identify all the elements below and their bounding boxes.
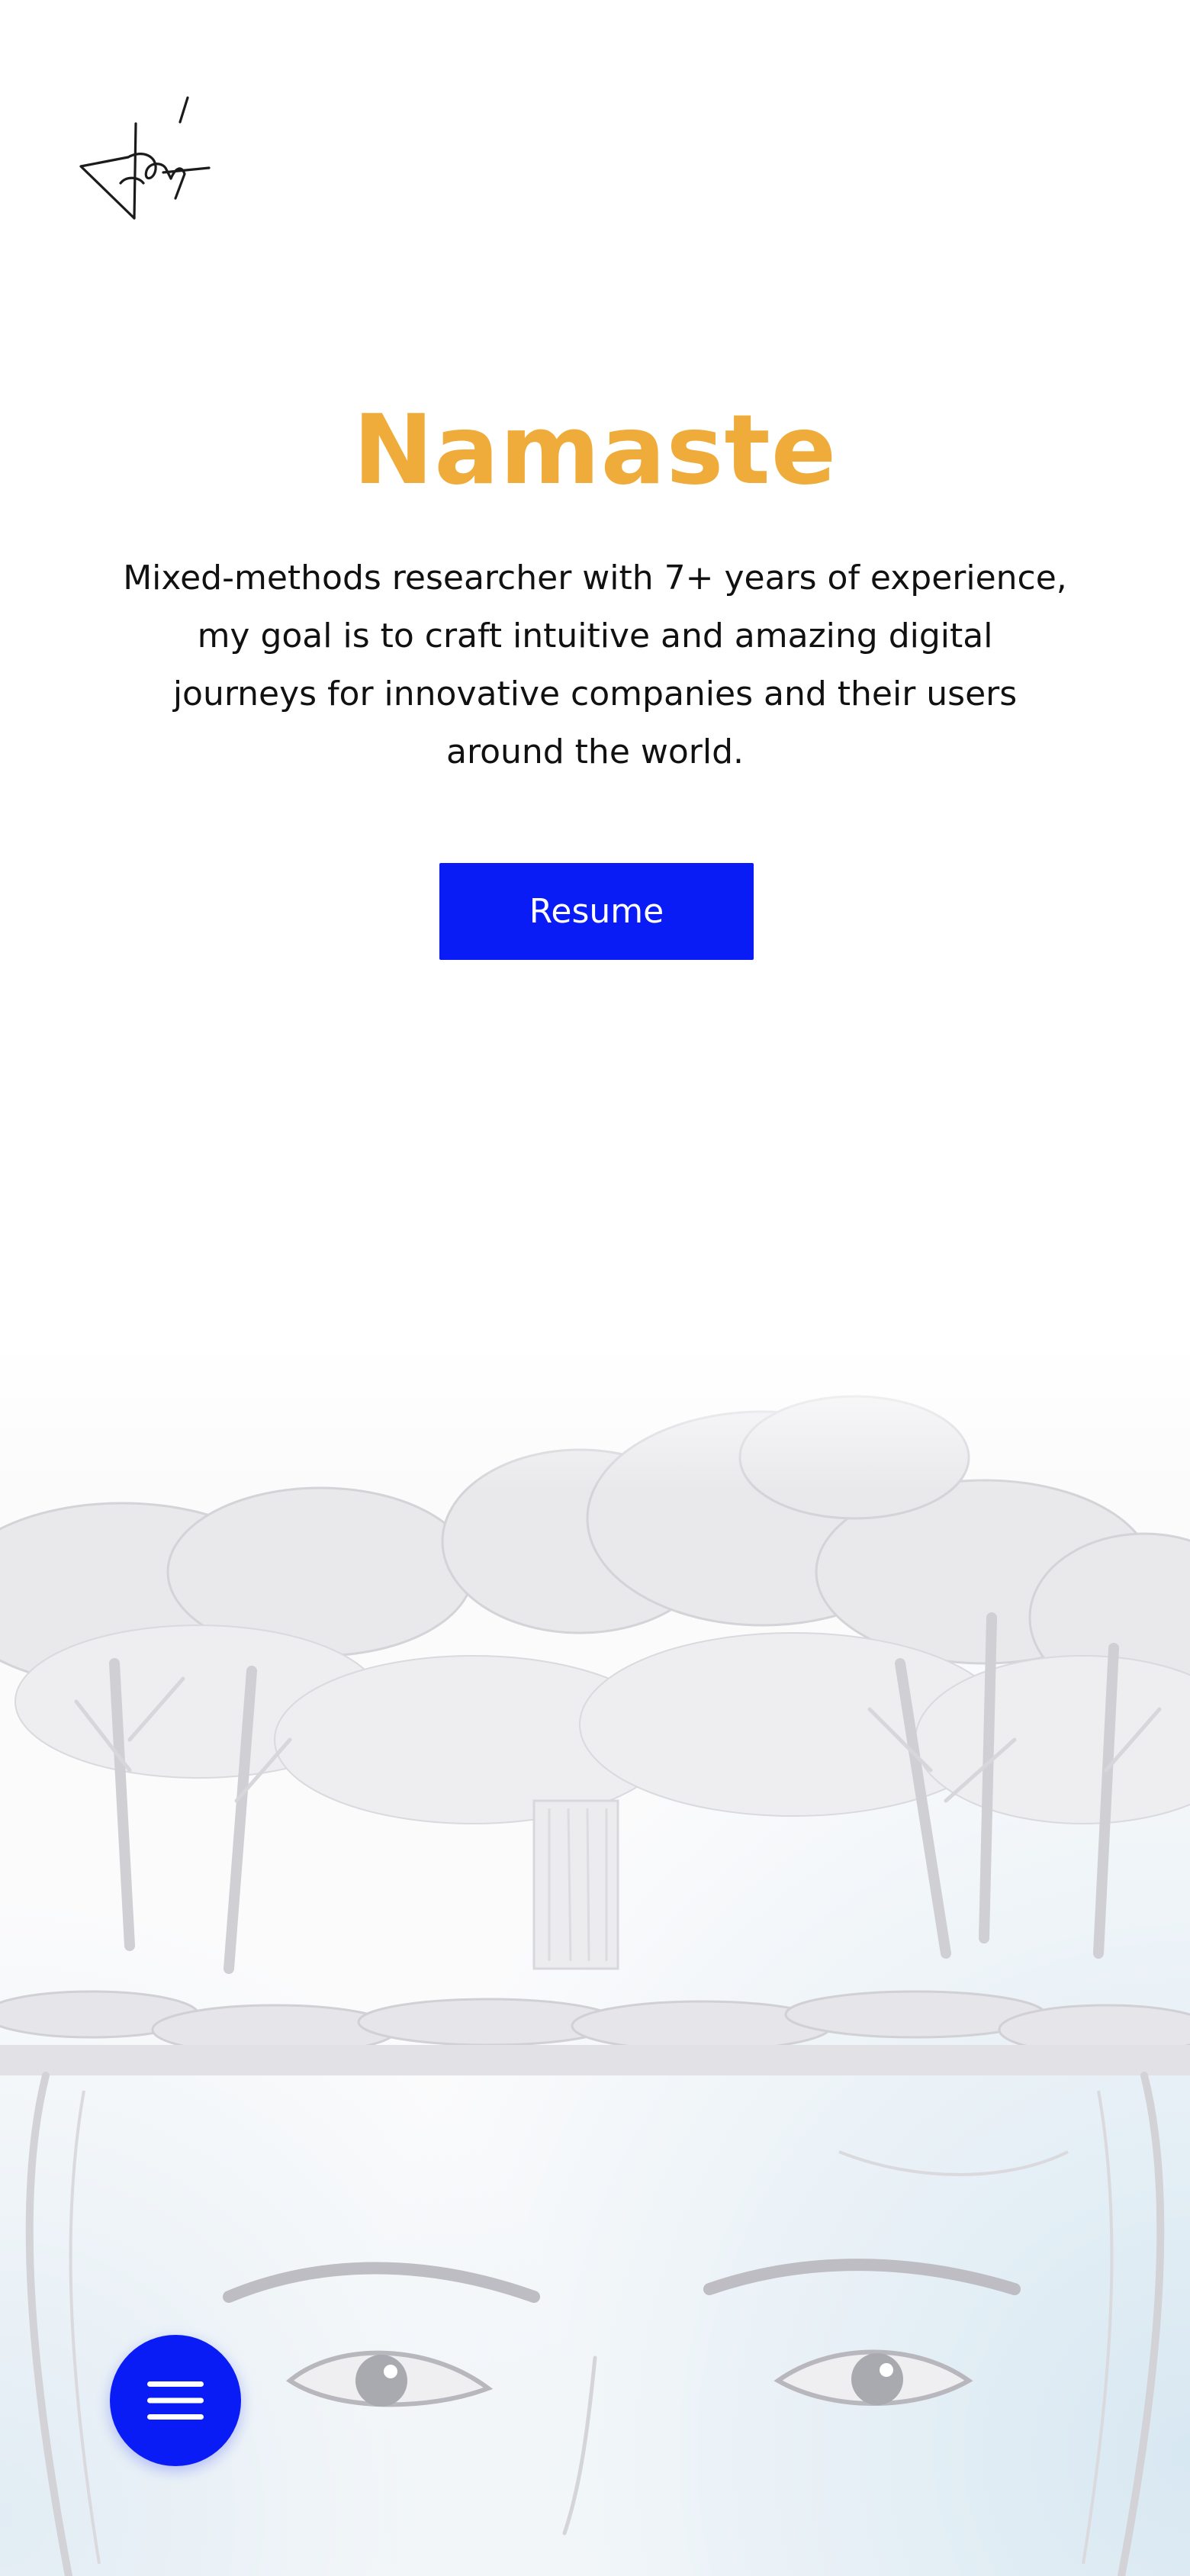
hero-title: Namaste <box>352 394 838 506</box>
page: Namaste Mixed-methods researcher with 7+… <box>0 0 1190 2576</box>
hamburger-menu-icon <box>147 2381 204 2420</box>
menu-button[interactable] <box>110 2335 241 2466</box>
hero-section: Namaste Mixed-methods researcher with 7+… <box>0 382 1190 781</box>
signature-logo-icon <box>79 96 211 220</box>
resume-button[interactable]: Resume <box>439 863 754 960</box>
hero-description: Mixed-methods researcher with 7+ years o… <box>123 559 1067 771</box>
